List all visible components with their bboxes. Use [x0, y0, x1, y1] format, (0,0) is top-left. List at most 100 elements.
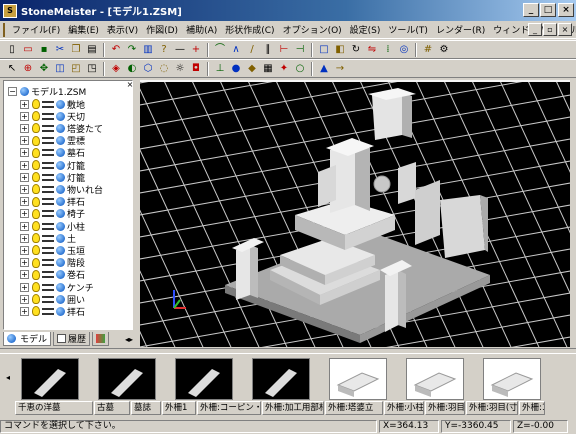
menu-settings[interactable]: 設定(S) — [346, 23, 385, 36]
part-label[interactable]: 外柵:1 — [519, 401, 545, 415]
visibility-bulb-icon[interactable] — [32, 257, 40, 268]
pointer-icon[interactable]: ↖ — [5, 62, 19, 76]
expand-icon[interactable]: + — [20, 245, 29, 255]
expand-icon[interactable]: + — [20, 258, 29, 268]
visibility-bulb-icon[interactable] — [32, 294, 40, 305]
arc-icon[interactable]: ⌒ — [213, 43, 227, 57]
menu-tools[interactable]: ツール(T) — [384, 23, 432, 36]
visibility-bulb-icon[interactable] — [32, 135, 40, 146]
tab-parts[interactable] — [92, 332, 110, 346]
expand-icon[interactable]: + — [20, 160, 29, 170]
iso-view-icon[interactable]: ◈ — [109, 62, 123, 76]
tree-item[interactable]: + 椅子 — [20, 208, 85, 220]
undo-icon[interactable]: ↶ — [109, 43, 123, 57]
doc-minimize-button[interactable]: _ — [528, 23, 542, 36]
part-label[interactable]: 外柵:加工用部材 — [262, 401, 324, 415]
part-label[interactable]: 墓誌 — [131, 401, 161, 415]
close-button[interactable]: × — [558, 3, 574, 17]
front-view-icon[interactable]: ◫ — [53, 62, 67, 76]
part-label[interactable]: 外柵:小柱 — [384, 401, 424, 415]
menu-option[interactable]: オプション(O) — [279, 23, 346, 36]
expand-icon[interactable]: + — [20, 148, 29, 158]
redo-icon[interactable]: ↷ — [125, 43, 139, 57]
3d-viewport[interactable] — [140, 80, 570, 347]
expand-icon[interactable]: + — [20, 172, 29, 182]
expand-icon[interactable]: + — [20, 136, 29, 146]
visibility-bulb-icon[interactable] — [32, 123, 40, 134]
light-icon[interactable]: ☼ — [173, 62, 187, 76]
visibility-bulb-icon[interactable] — [32, 111, 40, 122]
visibility-bulb-icon[interactable] — [32, 306, 40, 317]
tree-item[interactable]: + 灯籠 — [20, 159, 85, 172]
visibility-bulb-icon[interactable] — [32, 233, 40, 244]
visibility-bulb-icon[interactable] — [32, 221, 40, 231]
menu-render[interactable]: レンダー(R) — [432, 23, 489, 36]
visibility-bulb-icon[interactable] — [32, 196, 40, 207]
snap-icon[interactable]: ◎ — [397, 43, 411, 57]
expand-icon[interactable]: + — [20, 197, 29, 207]
part-label[interactable]: 外柵:コーピン・腰石 — [197, 401, 261, 415]
expand-icon[interactable]: + — [20, 123, 29, 133]
pan-icon[interactable]: ✥ — [37, 62, 51, 76]
trim-icon[interactable]: ⊢ — [277, 43, 291, 57]
array-icon[interactable]: ⁞ — [381, 43, 395, 57]
axis-icon[interactable]: ⊥ — [213, 62, 227, 76]
tree-item[interactable]: + 灯籠 — [20, 171, 85, 184]
sphere-icon[interactable]: ○ — [293, 62, 307, 76]
material-icon[interactable]: ◆ — [245, 62, 259, 76]
tree-item[interactable]: + 物いれ台 — [20, 183, 103, 196]
tree-item[interactable]: + 巻石 — [20, 269, 85, 281]
stone-app-icon[interactable]: S — [3, 3, 17, 18]
hidden-icon[interactable]: ◌ — [157, 62, 171, 76]
cube-icon[interactable]: ◧ — [333, 43, 347, 57]
tab-model[interactable]: モデル — [3, 332, 52, 346]
tree-root[interactable]: − モデル1.ZSM — [8, 85, 86, 98]
part-thumbnail[interactable] — [329, 358, 387, 400]
tab-scroll-arrows[interactable]: ◂▸ — [125, 335, 133, 344]
part-label[interactable]: 外柵1 — [162, 401, 196, 415]
visibility-bulb-icon[interactable] — [32, 282, 40, 292]
expand-icon[interactable]: + — [20, 306, 29, 316]
tree-item[interactable]: + 階段 — [20, 257, 85, 269]
tree-item[interactable]: + 塔婆たて — [20, 122, 103, 135]
menu-edit[interactable]: 編集(E) — [64, 23, 103, 36]
tree-item[interactable]: + 囲い — [20, 293, 85, 306]
part-thumbnail[interactable] — [98, 358, 156, 400]
tree-item[interactable]: + 玉垣 — [20, 244, 85, 257]
texture-icon[interactable]: ▦ — [261, 62, 275, 76]
menu-shape[interactable]: 形状作成(C) — [221, 23, 278, 36]
part-label[interactable]: 千恵の洋墓 — [15, 401, 93, 415]
color-icon[interactable]: ● — [229, 62, 243, 76]
new-file-icon[interactable]: ▯ — [5, 43, 19, 57]
expand-icon[interactable]: + — [20, 221, 29, 231]
print-icon[interactable]: ▥ — [141, 43, 155, 57]
settings-icon[interactable]: ⚙ — [437, 43, 451, 57]
side-view-icon[interactable]: ◳ — [85, 62, 99, 76]
open-file-icon[interactable]: ▭ — [21, 43, 35, 57]
expand-icon[interactable]: + — [20, 282, 29, 292]
help-icon[interactable]: ? — [157, 43, 171, 57]
expand-icon[interactable]: + — [20, 184, 29, 194]
menu-view[interactable]: 表示(V) — [103, 23, 142, 36]
tree-item[interactable]: + 拝石 — [20, 196, 85, 208]
line-icon[interactable]: — — [173, 43, 187, 57]
copy-icon[interactable]: ❐ — [69, 43, 83, 57]
visibility-bulb-icon[interactable] — [32, 172, 40, 183]
expand-icon[interactable]: + — [20, 111, 29, 121]
tree-item[interactable]: + 拝石 — [20, 305, 85, 318]
expand-icon[interactable]: + — [20, 99, 29, 109]
render-icon[interactable]: ✦ — [277, 62, 291, 76]
tree-item[interactable]: + 敷地 — [20, 98, 85, 111]
grid-icon[interactable]: # — [421, 43, 435, 57]
tree-item[interactable]: + ケンチ — [20, 281, 94, 294]
rotate-icon[interactable]: ↻ — [349, 43, 363, 57]
tree-item[interactable]: + 小柱 — [20, 220, 85, 233]
part-thumbnail[interactable] — [252, 358, 310, 400]
expand-icon[interactable]: + — [20, 233, 29, 243]
doc-restore-button[interactable]: ▫ — [543, 23, 557, 36]
tree-item[interactable]: + 墓石 — [20, 147, 85, 159]
save-icon[interactable]: ▪ — [37, 43, 51, 57]
box-icon[interactable]: □ — [317, 43, 331, 57]
tree-item[interactable]: + 土 — [20, 232, 76, 245]
visibility-bulb-icon[interactable] — [32, 147, 40, 158]
